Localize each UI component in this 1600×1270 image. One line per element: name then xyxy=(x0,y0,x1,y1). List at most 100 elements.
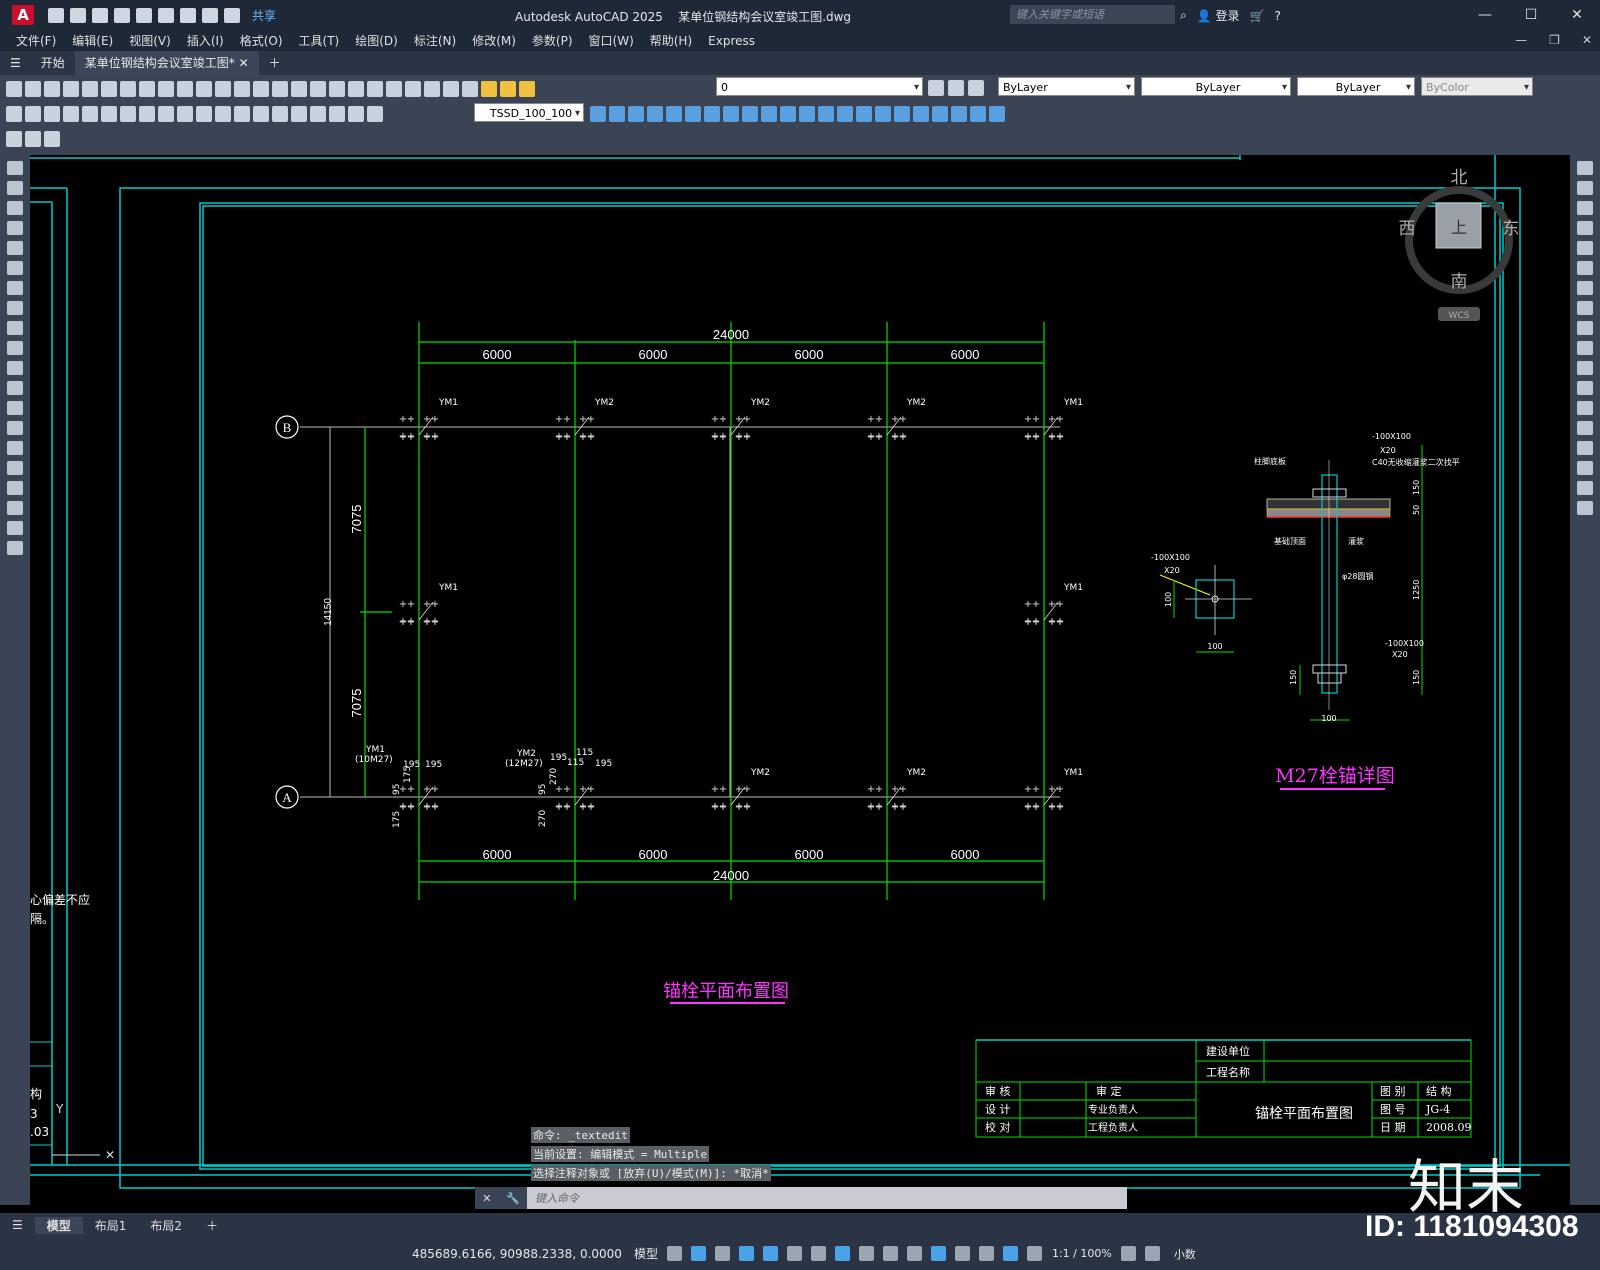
tab-document[interactable]: 某单位钢结构会议室竣工图* ✕ xyxy=(74,51,259,75)
region-icon[interactable] xyxy=(7,481,23,495)
tool-a20-icon[interactable] xyxy=(951,106,967,122)
tool-a13-icon[interactable] xyxy=(818,106,834,122)
qnew-icon[interactable] xyxy=(6,81,22,97)
stretch-icon[interactable] xyxy=(1577,321,1593,335)
tool-a17-icon[interactable] xyxy=(894,106,910,122)
copy-icon[interactable] xyxy=(139,81,155,97)
menu-tools[interactable]: 工具(T) xyxy=(299,32,340,49)
tool-a3-icon[interactable] xyxy=(628,106,644,122)
close-button[interactable]: ✕ xyxy=(1554,0,1600,30)
menu-help[interactable]: 帮助(H) xyxy=(650,32,692,49)
dim-diameter-icon[interactable] xyxy=(120,106,136,122)
make-block-icon[interactable] xyxy=(7,401,23,415)
dim-ordinate-icon[interactable] xyxy=(63,106,79,122)
offset-icon[interactable] xyxy=(1577,221,1593,235)
print-icon[interactable] xyxy=(180,7,196,23)
tool-a22-icon[interactable] xyxy=(989,106,1005,122)
polar-icon[interactable] xyxy=(762,1246,778,1261)
preview-icon[interactable] xyxy=(82,81,98,97)
extra3-icon[interactable] xyxy=(44,131,60,147)
blend-icon[interactable] xyxy=(1577,481,1593,495)
block-editor-icon[interactable] xyxy=(196,81,212,97)
undo-icon[interactable] xyxy=(202,7,218,23)
menu-file[interactable]: 文件(F) xyxy=(16,32,56,49)
3dosnap-icon[interactable] xyxy=(930,1246,946,1261)
layer-previous-icon[interactable] xyxy=(948,80,964,96)
dim-continue-icon[interactable] xyxy=(196,106,212,122)
infer-icon[interactable] xyxy=(714,1246,730,1261)
mtext-icon[interactable] xyxy=(7,521,23,535)
layer-state-icon[interactable] xyxy=(968,80,984,96)
tab-layout2[interactable]: 布局2 xyxy=(138,1217,194,1234)
sheet-set-icon[interactable] xyxy=(386,81,402,97)
ortho-icon[interactable] xyxy=(738,1246,754,1261)
publish-icon[interactable] xyxy=(101,81,117,97)
workspace-icon[interactable] xyxy=(1120,1246,1136,1261)
otrack-icon[interactable] xyxy=(810,1246,826,1261)
dim-arc-icon[interactable] xyxy=(44,106,60,122)
array-icon[interactable] xyxy=(1577,241,1593,255)
layout-menu-icon[interactable]: ☰ xyxy=(0,1218,35,1232)
new-file-icon[interactable] xyxy=(48,7,64,23)
annotation-monitor-icon[interactable] xyxy=(1144,1246,1160,1261)
menu-view[interactable]: 视图(V) xyxy=(129,32,171,49)
tab-layout1[interactable]: 布局1 xyxy=(83,1217,139,1234)
tool-a1-icon[interactable] xyxy=(590,106,606,122)
layer-dropdown[interactable]: 0 xyxy=(716,77,923,97)
menu-modify[interactable]: 修改(M) xyxy=(472,32,516,49)
extend-icon[interactable] xyxy=(1577,361,1593,375)
selection-cycling-icon[interactable] xyxy=(906,1246,922,1261)
arc-icon[interactable] xyxy=(7,261,23,275)
zoom-prev-icon[interactable] xyxy=(310,81,326,97)
help-icon[interactable]: ? xyxy=(1274,9,1280,23)
menu-dimension[interactable]: 标注(N) xyxy=(414,32,456,49)
new-tab-icon[interactable]: ＋ xyxy=(259,51,291,75)
make-current-icon[interactable] xyxy=(928,80,944,96)
chamfer-icon[interactable] xyxy=(1577,441,1593,455)
matchprop-icon[interactable] xyxy=(177,81,193,97)
extra2-icon[interactable] xyxy=(25,131,41,147)
tool-a12-icon[interactable] xyxy=(799,106,815,122)
share-button[interactable]: 共享 xyxy=(252,7,276,24)
scale-icon[interactable] xyxy=(1577,301,1593,315)
doc-restore[interactable]: ❐ xyxy=(1549,30,1560,51)
mirror-icon[interactable] xyxy=(1577,201,1593,215)
menu-parametric[interactable]: 参数(P) xyxy=(532,32,573,49)
doc-close[interactable]: ✕ xyxy=(1582,30,1592,51)
tool-a21-icon[interactable] xyxy=(970,106,986,122)
tool-a14-icon[interactable] xyxy=(837,106,853,122)
break-point-icon[interactable] xyxy=(1577,381,1593,395)
ellipse-arc-icon[interactable] xyxy=(7,361,23,375)
layer-on-icon[interactable] xyxy=(481,81,497,97)
search-icon[interactable]: ⌕ xyxy=(1180,8,1187,23)
osnap-icon[interactable] xyxy=(834,1246,850,1261)
plotstyle-dropdown[interactable]: ByColor xyxy=(1421,77,1533,97)
tool-a11-icon[interactable] xyxy=(780,106,796,122)
hamburger-icon[interactable]: ☰ xyxy=(0,51,31,75)
tab-model[interactable]: 模型 xyxy=(34,1216,83,1234)
redo-icon[interactable] xyxy=(224,7,240,23)
save-icon[interactable] xyxy=(92,7,108,23)
tool-a6-icon[interactable] xyxy=(685,106,701,122)
trim-icon[interactable] xyxy=(1577,341,1593,355)
pan-icon[interactable] xyxy=(253,81,269,97)
tool-a19-icon[interactable] xyxy=(932,106,948,122)
dim-angular-icon[interactable] xyxy=(139,106,155,122)
login-button[interactable]: 👤 登录 xyxy=(1197,7,1240,24)
join-icon[interactable] xyxy=(1577,421,1593,435)
menu-edit[interactable]: 编辑(E) xyxy=(72,32,113,49)
zoom-window-icon[interactable] xyxy=(291,81,307,97)
tool-a10-icon[interactable] xyxy=(761,106,777,122)
open-file-icon[interactable] xyxy=(70,7,86,23)
hatch-icon[interactable] xyxy=(7,441,23,455)
dim-radius-icon[interactable] xyxy=(82,106,98,122)
tool-a5-icon[interactable] xyxy=(666,106,682,122)
annotation-visibility-icon[interactable] xyxy=(1002,1246,1018,1261)
dim-text-edit-icon[interactable] xyxy=(348,106,364,122)
command-customize-icon[interactable]: 🔧 xyxy=(506,1192,520,1205)
tool-palettes-icon[interactable] xyxy=(367,81,383,97)
grid-icon[interactable] xyxy=(666,1246,682,1261)
design-center-icon[interactable] xyxy=(348,81,364,97)
explode-icon[interactable] xyxy=(1577,501,1593,515)
tab-start[interactable]: 开始 xyxy=(31,51,75,75)
